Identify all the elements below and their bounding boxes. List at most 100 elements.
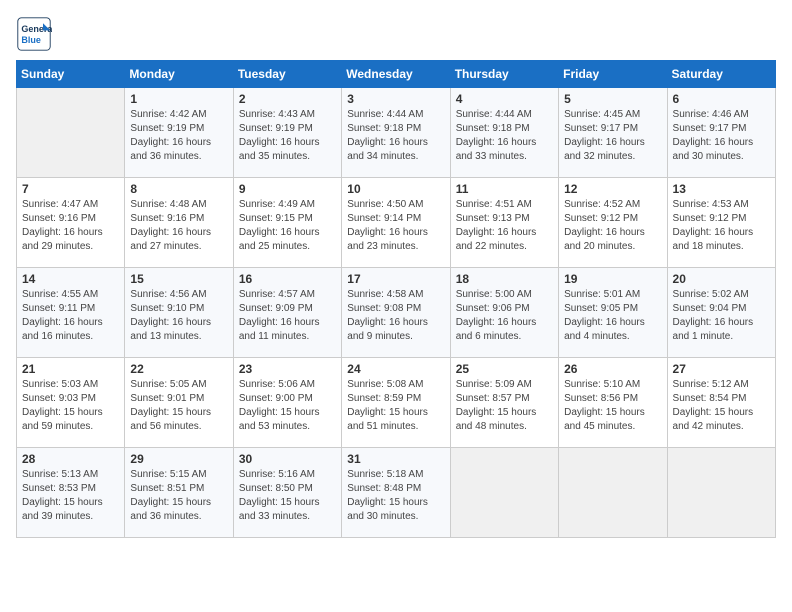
day-cell: 22 Sunrise: 5:05 AMSunset: 9:01 PMDayligh… (125, 358, 233, 448)
day-info: Sunrise: 4:55 AMSunset: 9:11 PMDaylight:… (22, 288, 119, 344)
day-number: 14 (22, 272, 119, 286)
day-number: 19 (564, 272, 661, 286)
day-info: Sunrise: 4:44 AMSunset: 9:18 PMDaylight:… (456, 108, 553, 164)
week-row-4: 21 Sunrise: 5:03 AMSunset: 9:03 PMDayligh… (17, 358, 776, 448)
day-info: Sunrise: 4:44 AMSunset: 9:18 PMDaylight:… (347, 108, 444, 164)
day-cell: 2 Sunrise: 4:43 AMSunset: 9:19 PMDaylight… (233, 88, 341, 178)
day-cell: 5Sunrise: 4:45 AMSunset: 9:17 PMDaylight… (559, 88, 667, 178)
day-cell: 7 Sunrise: 4:47 AMSunset: 9:16 PMDaylight… (17, 178, 125, 268)
day-info: Sunrise: 5:16 AMSunset: 8:50 PMDaylight:… (239, 468, 336, 524)
week-row-3: 14 Sunrise: 4:55 AMSunset: 9:11 PMDayligh… (17, 268, 776, 358)
day-info: Sunrise: 4:46 AMSunset: 9:17 PMDaylight:… (673, 108, 770, 164)
day-number: 23 (239, 362, 336, 376)
day-info: Sunrise: 5:15 AMSunset: 8:51 PMDaylight:… (130, 468, 227, 524)
day-number: 6 (673, 92, 770, 106)
day-number: 9 (239, 182, 336, 196)
week-row-2: 7 Sunrise: 4:47 AMSunset: 9:16 PMDaylight… (17, 178, 776, 268)
page-header: General Blue (16, 16, 776, 52)
day-info: Sunrise: 4:57 AMSunset: 9:09 PMDaylight:… (239, 288, 336, 344)
header-friday: Friday (559, 61, 667, 88)
day-number: 7 (22, 182, 119, 196)
day-cell: 10 Sunrise: 4:50 AMSunset: 9:14 PMDayligh… (342, 178, 450, 268)
day-cell: 4Sunrise: 4:44 AMSunset: 9:18 PMDaylight… (450, 88, 558, 178)
day-info: Sunrise: 4:45 AMSunset: 9:17 PMDaylight:… (564, 108, 661, 164)
svg-text:Blue: Blue (21, 35, 41, 45)
day-cell: 31 Sunrise: 5:18 AMSunset: 8:48 PMDayligh… (342, 448, 450, 538)
calendar-header-row: SundayMondayTuesdayWednesdayThursdayFrid… (17, 61, 776, 88)
day-cell: 13 Sunrise: 4:53 AMSunset: 9:12 PMDayligh… (667, 178, 775, 268)
day-info: Sunrise: 5:12 AMSunset: 8:54 PMDaylight:… (673, 378, 770, 434)
day-info: Sunrise: 5:03 AMSunset: 9:03 PMDaylight:… (22, 378, 119, 434)
day-info: Sunrise: 5:13 AMSunset: 8:53 PMDaylight:… (22, 468, 119, 524)
day-cell: 6 Sunrise: 4:46 AMSunset: 9:17 PMDaylight… (667, 88, 775, 178)
day-cell: 24 Sunrise: 5:08 AMSunset: 8:59 PMDayligh… (342, 358, 450, 448)
day-number: 3 (347, 92, 444, 106)
day-cell: 30Sunrise: 5:16 AMSunset: 8:50 PMDayligh… (233, 448, 341, 538)
day-number: 13 (673, 182, 770, 196)
day-cell (17, 88, 125, 178)
day-cell: 1 Sunrise: 4:42 AMSunset: 9:19 PMDaylight… (125, 88, 233, 178)
day-number: 12 (564, 182, 661, 196)
day-cell: 21 Sunrise: 5:03 AMSunset: 9:03 PMDayligh… (17, 358, 125, 448)
day-cell: 26 Sunrise: 5:10 AMSunset: 8:56 PMDayligh… (559, 358, 667, 448)
day-info: Sunrise: 4:51 AMSunset: 9:13 PMDaylight:… (456, 198, 553, 254)
day-number: 1 (130, 92, 227, 106)
day-info: Sunrise: 5:05 AMSunset: 9:01 PMDaylight:… (130, 378, 227, 434)
day-info: Sunrise: 5:10 AMSunset: 8:56 PMDaylight:… (564, 378, 661, 434)
day-number: 15 (130, 272, 227, 286)
day-info: Sunrise: 4:42 AMSunset: 9:19 PMDaylight:… (130, 108, 227, 164)
day-number: 18 (456, 272, 553, 286)
day-info: Sunrise: 4:58 AMSunset: 9:08 PMDaylight:… (347, 288, 444, 344)
day-info: Sunrise: 5:06 AMSunset: 9:00 PMDaylight:… (239, 378, 336, 434)
day-info: Sunrise: 4:56 AMSunset: 9:10 PMDaylight:… (130, 288, 227, 344)
day-cell (559, 448, 667, 538)
day-info: Sunrise: 5:00 AMSunset: 9:06 PMDaylight:… (456, 288, 553, 344)
day-number: 21 (22, 362, 119, 376)
day-number: 2 (239, 92, 336, 106)
day-info: Sunrise: 4:53 AMSunset: 9:12 PMDaylight:… (673, 198, 770, 254)
day-info: Sunrise: 4:48 AMSunset: 9:16 PMDaylight:… (130, 198, 227, 254)
day-number: 16 (239, 272, 336, 286)
day-info: Sunrise: 4:47 AMSunset: 9:16 PMDaylight:… (22, 198, 119, 254)
day-info: Sunrise: 5:01 AMSunset: 9:05 PMDaylight:… (564, 288, 661, 344)
day-number: 22 (130, 362, 227, 376)
day-number: 10 (347, 182, 444, 196)
day-cell: 17 Sunrise: 4:58 AMSunset: 9:08 PMDayligh… (342, 268, 450, 358)
day-number: 24 (347, 362, 444, 376)
day-number: 26 (564, 362, 661, 376)
day-number: 8 (130, 182, 227, 196)
day-cell: 19 Sunrise: 5:01 AMSunset: 9:05 PMDayligh… (559, 268, 667, 358)
calendar-table: SundayMondayTuesdayWednesdayThursdayFrid… (16, 60, 776, 538)
day-number: 11 (456, 182, 553, 196)
day-info: Sunrise: 5:09 AMSunset: 8:57 PMDaylight:… (456, 378, 553, 434)
day-number: 17 (347, 272, 444, 286)
day-cell (667, 448, 775, 538)
week-row-5: 28 Sunrise: 5:13 AMSunset: 8:53 PMDayligh… (17, 448, 776, 538)
logo: General Blue (16, 16, 56, 52)
day-number: 28 (22, 452, 119, 466)
day-number: 27 (673, 362, 770, 376)
day-info: Sunrise: 5:08 AMSunset: 8:59 PMDaylight:… (347, 378, 444, 434)
day-number: 29 (130, 452, 227, 466)
day-info: Sunrise: 5:18 AMSunset: 8:48 PMDaylight:… (347, 468, 444, 524)
header-thursday: Thursday (450, 61, 558, 88)
day-info: Sunrise: 4:50 AMSunset: 9:14 PMDaylight:… (347, 198, 444, 254)
day-cell: 9Sunrise: 4:49 AMSunset: 9:15 PMDaylight… (233, 178, 341, 268)
day-cell: 11 Sunrise: 4:51 AMSunset: 9:13 PMDayligh… (450, 178, 558, 268)
day-cell: 15 Sunrise: 4:56 AMSunset: 9:10 PMDayligh… (125, 268, 233, 358)
day-cell: 16 Sunrise: 4:57 AMSunset: 9:09 PMDayligh… (233, 268, 341, 358)
day-number: 31 (347, 452, 444, 466)
day-cell: 18 Sunrise: 5:00 AMSunset: 9:06 PMDayligh… (450, 268, 558, 358)
day-cell: 29 Sunrise: 5:15 AMSunset: 8:51 PMDayligh… (125, 448, 233, 538)
logo-icon: General Blue (16, 16, 52, 52)
header-wednesday: Wednesday (342, 61, 450, 88)
day-info: Sunrise: 5:02 AMSunset: 9:04 PMDaylight:… (673, 288, 770, 344)
day-cell: 3 Sunrise: 4:44 AMSunset: 9:18 PMDaylight… (342, 88, 450, 178)
header-tuesday: Tuesday (233, 61, 341, 88)
day-cell: 27 Sunrise: 5:12 AMSunset: 8:54 PMDayligh… (667, 358, 775, 448)
day-number: 20 (673, 272, 770, 286)
day-cell: 8 Sunrise: 4:48 AMSunset: 9:16 PMDaylight… (125, 178, 233, 268)
day-cell: 28 Sunrise: 5:13 AMSunset: 8:53 PMDayligh… (17, 448, 125, 538)
day-cell: 25Sunrise: 5:09 AMSunset: 8:57 PMDayligh… (450, 358, 558, 448)
day-info: Sunrise: 4:43 AMSunset: 9:19 PMDaylight:… (239, 108, 336, 164)
